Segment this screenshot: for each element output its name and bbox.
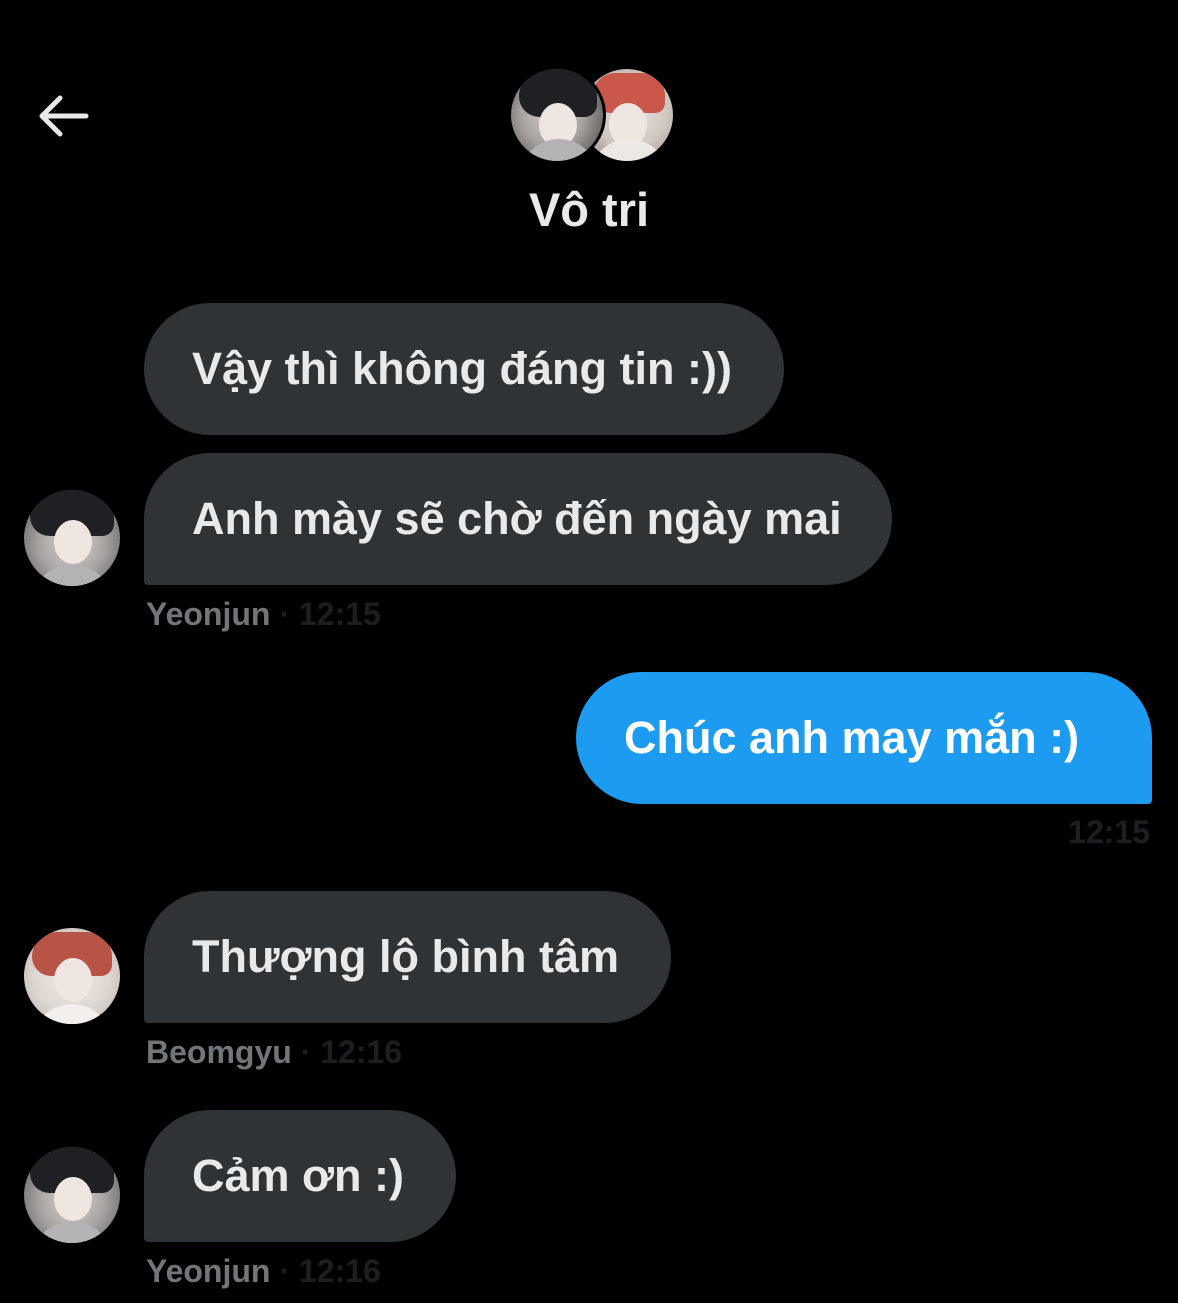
sender-name: Yeonjun: [146, 1253, 271, 1289]
group-avatars[interactable]: [508, 66, 676, 164]
message-time: 12:15: [1068, 814, 1150, 850]
back-button[interactable]: [30, 88, 94, 144]
message-bubble[interactable]: Cảm ơn :): [144, 1110, 456, 1242]
message-text: Vậy thì không đáng tin :)): [192, 343, 732, 394]
message-text: Chúc anh may mắn :): [624, 712, 1080, 763]
conversation-title[interactable]: Vô tri: [0, 182, 1178, 237]
message-meta: Beomgyu · 12:16: [146, 1034, 403, 1070]
message-time: 12:16: [298, 1253, 381, 1289]
message-text: Thượng lộ bình tâm: [192, 931, 620, 982]
message-time: 12:16: [320, 1034, 403, 1070]
message-bubble[interactable]: Vậy thì không đáng tin :)): [144, 303, 784, 435]
message-text: Anh mày sẽ chờ đến ngày mai: [192, 493, 842, 544]
group-avatar-yeonjun: [508, 66, 606, 164]
message-time: 12:15: [298, 596, 381, 632]
message-text: Cảm ơn :): [192, 1150, 404, 1201]
sender-name: Yeonjun: [146, 596, 271, 632]
avatar[interactable]: [24, 490, 120, 586]
avatar[interactable]: [24, 1147, 120, 1243]
message-meta: Yeonjun · 12:16: [146, 1253, 381, 1289]
message-bubble[interactable]: Thượng lộ bình tâm: [144, 891, 672, 1023]
arrow-left-icon: [39, 95, 89, 137]
message-meta: Yeonjun · 12:15: [146, 596, 381, 632]
message-bubble[interactable]: Chúc anh may mắn :): [576, 672, 1152, 804]
message-bubble[interactable]: Anh mày sẽ chờ đến ngày mai: [144, 453, 892, 585]
avatar[interactable]: [24, 928, 120, 1024]
sender-name: Beomgyu: [146, 1034, 292, 1070]
